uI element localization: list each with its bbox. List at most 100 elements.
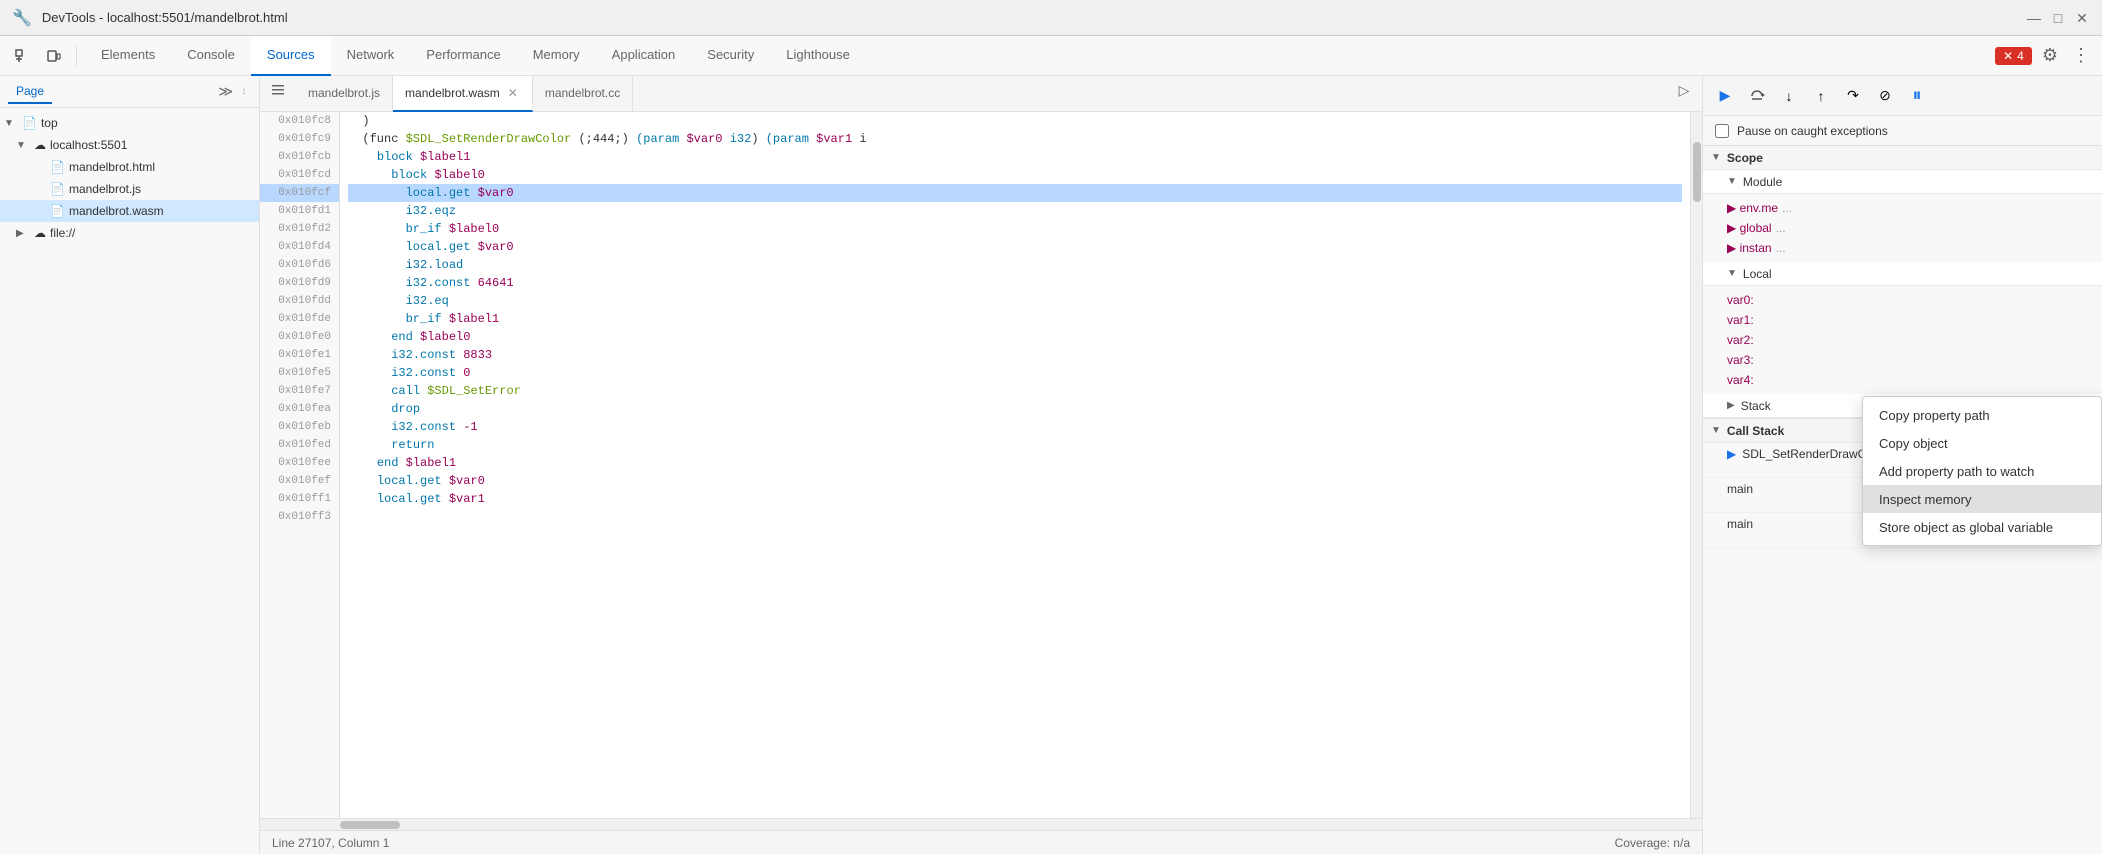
h-scrollbar-thumb[interactable] (340, 821, 400, 829)
gutter-0x010fed: 0x010fed (260, 436, 339, 454)
gutter-0x010fe0: 0x010fe0 (260, 328, 339, 346)
more-button[interactable]: ⋮ (2068, 41, 2094, 70)
local-items: var0: var1: var2: var3: var4: (1703, 286, 2102, 394)
deactivate-breakpoints-btn[interactable]: ⊘ (1871, 82, 1899, 110)
maximize-button[interactable]: □ (2050, 10, 2066, 26)
file-tab-js-label: mandelbrot.js (308, 86, 380, 100)
file-tab-mandelbrot-cc[interactable]: mandelbrot.cc (533, 76, 633, 112)
gutter-0x010feb: 0x010feb (260, 418, 339, 436)
device-toggle-btn[interactable] (40, 42, 68, 70)
context-menu-copy-path[interactable]: Copy property path (1863, 401, 2101, 429)
scope-var0[interactable]: var0: (1703, 290, 2102, 310)
step-out-btn[interactable]: ↑ (1807, 82, 1835, 110)
context-menu-inspect-mem[interactable]: Inspect memory (1863, 485, 2101, 513)
tree-label-file: file:// (50, 226, 75, 240)
module-header[interactable]: ▼ Module (1703, 170, 2102, 194)
file-tab-mandelbrot-js[interactable]: mandelbrot.js (296, 76, 393, 112)
scrollbar-thumb[interactable] (1693, 142, 1701, 202)
tree-item-mandelbrot-js[interactable]: 📄 mandelbrot.js (0, 178, 259, 200)
coverage-status: Coverage: n/a (1615, 836, 1690, 850)
center-panel: mandelbrot.js mandelbrot.wasm ✕ mandelbr… (260, 76, 1702, 854)
file-tab-mandelbrot-wasm[interactable]: mandelbrot.wasm ✕ (393, 76, 533, 112)
tab-network[interactable]: Network (331, 36, 411, 76)
tab-lighthouse[interactable]: Lighthouse (770, 36, 866, 76)
scope-var0-key: var0: (1727, 293, 1754, 307)
scope-header[interactable]: ▼ Scope (1703, 146, 2102, 170)
file-tab-more-btn[interactable]: ▷ (1670, 76, 1698, 104)
step-into-btn[interactable]: ↓ (1775, 82, 1803, 110)
tree-label-js: mandelbrot.js (69, 182, 141, 196)
module-arrow: ▼ (1727, 176, 1737, 187)
tree-arrow-file: ▶ (16, 228, 30, 239)
context-menu-copy-obj[interactable]: Copy object (1863, 429, 2101, 457)
local-header[interactable]: ▼ Local (1703, 262, 2102, 286)
scope-global-val: ... (1776, 221, 1786, 235)
sidebar-more-btn[interactable]: ≫ (218, 83, 233, 100)
vertical-scrollbar[interactable] (1690, 112, 1702, 818)
scope-var3[interactable]: var3: (1703, 350, 2102, 370)
scope-var2[interactable]: var2: (1703, 330, 2102, 350)
horizontal-scrollbar[interactable] (260, 818, 1702, 830)
gutter-0x010fea: 0x010fea (260, 400, 339, 418)
file-tab-wasm-close[interactable]: ✕ (506, 85, 520, 101)
inspect-icon-btn[interactable] (8, 42, 36, 70)
error-badge[interactable]: ✕ 4 (1995, 47, 2032, 65)
tree-item-file[interactable]: ▶ ☁ file:// (0, 222, 259, 244)
scope-global[interactable]: ▶ global ... (1703, 218, 2102, 238)
code-content[interactable]: ) (func $SDL_SetRenderDrawColor (;444;) … (340, 112, 1690, 818)
main-toolbar: Elements Console Sources Network Perform… (0, 36, 2102, 76)
tree-item-top[interactable]: ▼ 📄 top (0, 112, 259, 134)
code-line-17: i32.const -1 (348, 418, 1682, 436)
tab-security[interactable]: Security (691, 36, 770, 76)
context-menu-add-watch[interactable]: Add property path to watch (1863, 457, 2101, 485)
tab-elements[interactable]: Elements (85, 36, 171, 76)
sidebar-menu-btn[interactable]: ⋮ (241, 88, 247, 95)
tab-bar: Elements Console Sources Network Perform… (85, 36, 1991, 76)
tab-application[interactable]: Application (596, 36, 692, 76)
tab-sources[interactable]: Sources (251, 36, 331, 76)
module-label: Module (1743, 175, 1782, 189)
sidebar: Page ≫ ⋮ ▼ 📄 top ▼ ☁ localhost:5501 📄 ma… (0, 76, 260, 854)
tree-item-localhost[interactable]: ▼ ☁ localhost:5501 (0, 134, 259, 156)
scope-var4[interactable]: var4: (1703, 370, 2102, 390)
title-bar: 🔧 DevTools - localhost:5501/mandelbrot.h… (0, 0, 2102, 36)
tree-label-top: top (41, 116, 58, 130)
stack-label: Stack (1741, 399, 1771, 413)
tab-console[interactable]: Console (171, 36, 251, 76)
settings-button[interactable]: ⚙ (2038, 41, 2062, 70)
pause-checkbox[interactable] (1715, 124, 1729, 138)
close-button[interactable]: ✕ (2074, 10, 2090, 26)
tree-item-mandelbrot-wasm[interactable]: 📄 mandelbrot.wasm (0, 200, 259, 222)
step-btn[interactable]: ↷ (1839, 82, 1867, 110)
local-arrow: ▼ (1727, 268, 1737, 279)
code-line-6: br_if $label0 (348, 220, 1682, 238)
context-menu-store-global[interactable]: Store object as global variable (1863, 513, 2101, 541)
gutter-0x010fc9: 0x010fc9 (260, 130, 339, 148)
minimize-button[interactable]: — (2026, 10, 2042, 26)
gutter-0x010fcb: 0x010fcb (260, 148, 339, 166)
step-over-btn[interactable] (1743, 82, 1771, 110)
call-stack-label: Call Stack (1727, 424, 1784, 438)
tab-performance[interactable]: Performance (410, 36, 516, 76)
gutter-0x010ff3: 0x010ff3 (260, 508, 339, 526)
gutter-0x010ff1: 0x010ff1 (260, 490, 339, 508)
code-line-18: return (348, 436, 1682, 454)
resume-btn[interactable]: ▶ (1711, 82, 1739, 110)
error-x-icon: ✕ (2003, 49, 2013, 63)
tree-icon-top: 📄 (22, 116, 37, 130)
gutter-0x010fef: 0x010fef (260, 472, 339, 490)
scope-env[interactable]: ▶ env.me ... (1703, 198, 2102, 218)
sidebar-tab-page[interactable]: Page (8, 80, 52, 104)
pause-btn[interactable]: ⏸ (1903, 82, 1931, 110)
tree-item-mandelbrot-html[interactable]: 📄 mandelbrot.html (0, 156, 259, 178)
sidebar-toggle-btn[interactable] (264, 76, 292, 104)
call-stack-arrow: ▼ (1711, 425, 1721, 436)
scope-instan[interactable]: ▶ instan ... (1703, 238, 2102, 258)
tab-memory[interactable]: Memory (517, 36, 596, 76)
module-items: ▶ env.me ... ▶ global ... ▶ instan ... (1703, 194, 2102, 262)
scope-var1[interactable]: var1: (1703, 310, 2102, 330)
code-line-7: local.get $var0 (348, 238, 1682, 256)
code-line-16: drop (348, 400, 1682, 418)
toolbar-left (8, 42, 81, 70)
scope-instan-val: ... (1776, 241, 1786, 255)
